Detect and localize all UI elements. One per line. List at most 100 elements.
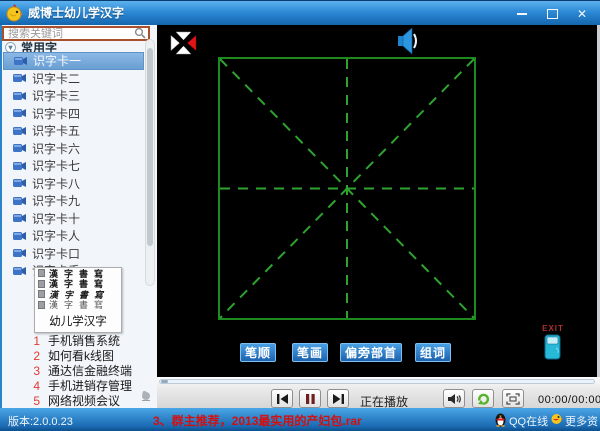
ad-link-1[interactable]: 1 手机销售系统 <box>2 333 159 349</box>
time-display: 00:00/00:00 <box>538 394 600 406</box>
list-item-label: 识字卡口 <box>32 246 81 261</box>
collapse-panel-icon[interactable] <box>170 31 197 55</box>
ad-link-number: 4 <box>33 378 40 393</box>
videocam-icon <box>13 231 26 240</box>
stroke-order-button[interactable]: 笔顺 <box>240 343 276 362</box>
version-label: 版本:2.0.0.23 <box>8 416 73 428</box>
next-button[interactable] <box>327 389 349 408</box>
app-logo-chick-icon <box>6 4 23 22</box>
ad-link-3[interactable]: 3 通达信金融终端 <box>2 363 159 379</box>
radicals-button[interactable]: 偏旁部首 <box>340 343 402 362</box>
exit-door-icon <box>544 334 561 360</box>
list-item-card-6[interactable]: 识字卡六 <box>3 140 144 158</box>
scrollbar-thumb[interactable] <box>147 48 153 246</box>
exit-button[interactable]: EXIT <box>538 324 568 366</box>
volume-icon <box>448 393 461 404</box>
loop-button[interactable] <box>472 389 494 408</box>
list-item-card-3[interactable]: 识字卡三 <box>3 87 144 105</box>
list-item-label: 识字卡六 <box>32 141 81 156</box>
list-item-label: 识字卡三 <box>32 89 81 104</box>
sidebar-scrollbar[interactable] <box>145 39 155 286</box>
list-item-card-4[interactable]: 识字卡四 <box>3 105 144 123</box>
style-marker-icon <box>38 300 45 309</box>
list-item-card-5[interactable]: 识字卡五 <box>3 122 144 140</box>
player-bar: 正在播放 00:00/00:00 <box>157 377 600 409</box>
videocam-icon <box>13 126 26 135</box>
previous-button[interactable] <box>271 389 293 408</box>
volume-button[interactable] <box>443 389 465 408</box>
style-marker-icon <box>38 269 45 278</box>
list-item-card-9[interactable]: 识字卡九 <box>3 192 144 210</box>
statusbar: 版本:2.0.0.23 3、群主推荐，2013最实用的产妇包.rar QQ在线 … <box>0 408 600 431</box>
list-item-label: 识字卡五 <box>32 124 81 139</box>
main-stage: 笔顺 笔画 偏旁部首 组词 EXIT <box>157 25 597 377</box>
chevron-down-icon[interactable]: ▾ <box>5 41 16 53</box>
list-item-label: 识字卡九 <box>32 194 81 209</box>
list-item-label: 识字卡四 <box>32 106 81 121</box>
maximize-button[interactable] <box>540 5 564 22</box>
list-item-card-ren[interactable]: 识字卡人 <box>3 227 144 245</box>
videocam-icon <box>14 56 27 65</box>
videocam-icon <box>13 214 26 223</box>
search-icon[interactable] <box>134 27 146 39</box>
videocam-icon <box>13 144 26 153</box>
videocam-icon <box>13 196 26 205</box>
maximize-icon <box>546 8 558 19</box>
list-item-card-10[interactable]: 识字卡十 <box>3 210 144 228</box>
pause-icon <box>305 393 315 404</box>
window-title: 威博士幼儿学汉字 <box>28 6 125 20</box>
list-item-label: 识字卡一 <box>33 54 82 69</box>
resource-bird-icon <box>551 414 563 424</box>
ad-link-number: 1 <box>33 333 40 348</box>
list-item-card-7[interactable]: 识字卡七 <box>3 157 144 175</box>
style-marker-icon <box>38 290 45 299</box>
ad-link-number: 3 <box>33 363 40 378</box>
pause-button[interactable] <box>299 389 321 408</box>
mini-bird-icon[interactable] <box>140 390 152 401</box>
list-item-card-8[interactable]: 识字卡八 <box>3 175 144 193</box>
word-building-button[interactable]: 组词 <box>415 343 451 362</box>
ad-link-4[interactable]: 4 手机进销存管理 <box>2 378 159 394</box>
audio-speaker-icon[interactable] <box>397 27 419 55</box>
titlebar: 威博士幼儿学汉字 ✕ <box>0 0 600 25</box>
app-window: 威博士幼儿学汉字 ✕ ▾ 常用字 识字卡一 识字卡二 识字卡三 <box>0 0 600 431</box>
qq-penguin-icon <box>495 413 506 427</box>
list-item-label: 识字卡人 <box>32 229 81 244</box>
ad-preview-popup: 漢字書寫 漢字書寫 漢字書寫 漢字書寫 幼儿学汉字 <box>34 267 122 333</box>
calligraphy-row: 漢字書寫 <box>49 301 110 312</box>
previous-icon <box>276 393 288 404</box>
list-item-card-kou[interactable]: 识字卡口 <box>3 245 144 263</box>
promo-ticker[interactable]: 3、群主推荐，2013最实用的产妇包.rar <box>153 412 362 429</box>
videocam-icon <box>13 179 26 188</box>
more-resources-link[interactable]: 更多资源 <box>565 413 600 431</box>
fullscreen-button[interactable] <box>502 389 524 408</box>
minimize-icon <box>517 12 527 15</box>
ad-caption: 幼儿学汉字 <box>49 316 107 328</box>
close-icon: ✕ <box>576 6 588 21</box>
loop-icon <box>478 393 490 405</box>
seek-bar[interactable] <box>159 379 595 384</box>
ad-link-number: 2 <box>33 348 40 363</box>
close-button[interactable]: ✕ <box>570 5 594 22</box>
sidebar: ▾ 常用字 识字卡一 识字卡二 识字卡三 识字卡四 识字卡五 <box>0 25 157 408</box>
ad-link-2[interactable]: 2 如何看k线图 <box>2 348 159 364</box>
character-writing-grid <box>218 57 476 320</box>
strokes-button[interactable]: 笔画 <box>292 343 328 362</box>
card-list: 识字卡一 识字卡二 识字卡三 识字卡四 识字卡五 识字卡六 识字卡七 识字卡八 … <box>2 52 157 296</box>
qq-online-link[interactable]: QQ在线 <box>509 413 548 429</box>
list-item-card-2[interactable]: 识字卡二 <box>3 70 144 88</box>
minimize-button[interactable] <box>510 5 534 22</box>
fullscreen-icon <box>506 392 520 405</box>
videocam-icon <box>13 161 26 170</box>
ad-link-number: 5 <box>33 393 40 408</box>
ad-link-5[interactable]: 5 网络视频会议 <box>2 393 159 409</box>
videocam-icon <box>13 74 26 83</box>
style-marker-icon <box>38 279 45 288</box>
next-icon <box>332 393 344 404</box>
list-item-label: 识字卡八 <box>32 176 81 191</box>
videocam-icon <box>13 266 26 275</box>
list-item-label: 识字卡十 <box>32 211 81 226</box>
list-item-card-1[interactable]: 识字卡一 <box>3 52 144 70</box>
seek-handle[interactable] <box>161 380 168 383</box>
videocam-icon <box>13 109 26 118</box>
